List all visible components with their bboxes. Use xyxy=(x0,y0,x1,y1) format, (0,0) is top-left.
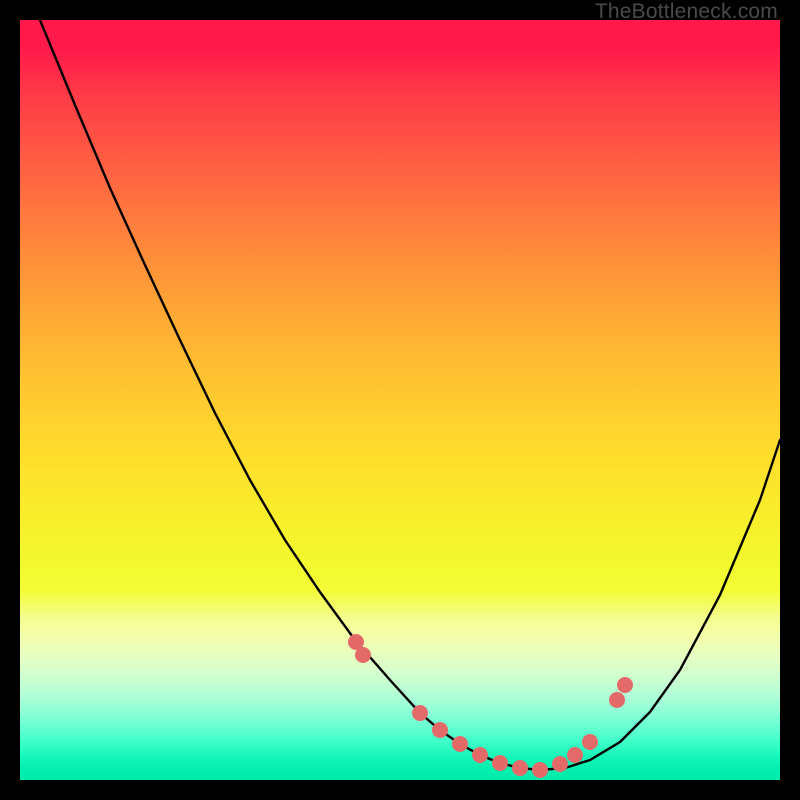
curve-point xyxy=(432,722,448,738)
curve-point xyxy=(355,647,371,663)
curve-point xyxy=(582,734,598,750)
curve-point xyxy=(552,756,568,772)
curve-point xyxy=(412,705,428,721)
curve-point xyxy=(532,762,548,778)
chart-plot-area xyxy=(20,20,780,780)
watermark-text: TheBottleneck.com xyxy=(595,0,778,24)
curve-point xyxy=(617,677,633,693)
curve-point xyxy=(609,692,625,708)
curve-point xyxy=(472,747,488,763)
chart-svg xyxy=(20,20,780,780)
curve-point xyxy=(512,760,528,776)
bottleneck-curve xyxy=(40,20,780,770)
curve-point xyxy=(492,755,508,771)
curve-point xyxy=(567,747,583,763)
curve-point-markers xyxy=(348,634,633,778)
curve-point xyxy=(452,736,468,752)
